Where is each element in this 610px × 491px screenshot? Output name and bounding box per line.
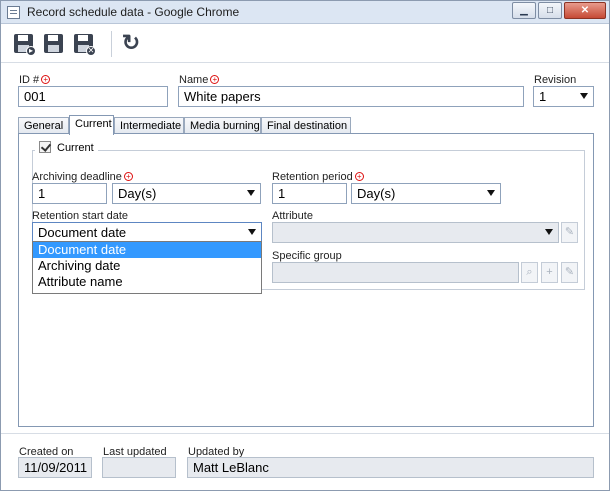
chevron-down-icon — [247, 190, 255, 196]
name-label: Name + — [179, 74, 220, 86]
archiving-deadline-unit-value: Day(s) — [118, 186, 157, 201]
current-checkbox-label: Current — [57, 142, 94, 154]
attribute-select — [272, 222, 559, 243]
dropdown-option-archiving-date[interactable]: Archiving date — [33, 258, 261, 274]
archiving-deadline-input[interactable]: 1 — [32, 183, 107, 204]
retention-start-date-value: Document date — [38, 225, 127, 240]
current-checkbox[interactable] — [39, 141, 51, 153]
retention-period-label: Retention period + — [272, 171, 364, 183]
eraser-icon: ✎ — [564, 266, 575, 278]
retention-start-date-label: Retention start date — [32, 210, 129, 222]
chevron-down-icon — [580, 93, 588, 99]
toolbar-separator — [111, 31, 112, 57]
title-bar: Record schedule data - Google Chrome ▁ □… — [1, 1, 609, 24]
revision-label: Revision — [534, 74, 577, 86]
save-button[interactable] — [42, 32, 66, 56]
chevron-down-icon — [487, 190, 495, 196]
plus-icon: + — [546, 266, 553, 278]
updated-by-field: Matt LeBlanc — [187, 457, 594, 478]
window-icon — [7, 6, 20, 19]
required-icon: + — [354, 172, 364, 181]
clear-attribute-button: ✎ — [561, 222, 578, 243]
attribute-label: Attribute — [272, 210, 313, 222]
archiving-deadline-label: Archiving deadline + — [32, 171, 133, 183]
chevron-down-icon — [545, 229, 553, 235]
tab-final-destination[interactable]: Final destination — [261, 117, 351, 134]
retention-start-date-select[interactable]: Document date — [32, 222, 262, 243]
maximize-button[interactable]: □ — [538, 2, 562, 19]
revision-select[interactable]: 1 — [533, 86, 594, 107]
search-icon: ⌕ — [526, 266, 533, 278]
chevron-down-icon — [248, 229, 256, 235]
required-icon: + — [210, 75, 220, 84]
minimize-button[interactable]: ▁ — [512, 2, 536, 19]
archiving-deadline-unit-select[interactable]: Day(s) — [112, 183, 261, 204]
window-title: Record schedule data - Google Chrome — [27, 5, 240, 19]
arrow-badge-icon: ▸ — [26, 46, 36, 56]
retention-period-unit-select[interactable]: Day(s) — [351, 183, 501, 204]
specific-group-input — [272, 262, 519, 283]
browser-window: Record schedule data - Google Chrome ▁ □… — [0, 0, 610, 491]
required-icon: + — [41, 75, 51, 84]
retention-period-input[interactable]: 1 — [272, 183, 347, 204]
last-updated-field — [102, 457, 176, 478]
close-badge-icon: ✕ — [86, 46, 96, 56]
created-on-field: 11/09/2011 — [18, 457, 92, 478]
retention-period-unit-value: Day(s) — [357, 186, 396, 201]
name-input[interactable]: White papers — [178, 86, 524, 107]
retention-start-date-dropdown: Document date Archiving date Attribute n… — [32, 241, 262, 294]
refresh-button[interactable]: ↻ — [119, 32, 143, 56]
save-and-new-button[interactable]: ▸ — [12, 32, 36, 56]
revision-value: 1 — [539, 89, 547, 104]
tab-media-burning[interactable]: Media burning — [184, 117, 261, 134]
tab-general[interactable]: General — [18, 117, 69, 134]
tab-intermediate[interactable]: Intermediate — [114, 117, 184, 134]
id-label: ID # + — [19, 74, 51, 86]
dropdown-option-document-date[interactable]: Document date — [33, 242, 261, 258]
floppy-disk-icon — [44, 34, 63, 53]
close-window-button[interactable]: ✕ — [564, 2, 606, 19]
current-group-header[interactable]: Current — [35, 141, 98, 157]
footer-separator — [1, 433, 609, 434]
toolbar: ▸ ✕ ↻ — [1, 25, 609, 63]
id-input[interactable]: 001 — [18, 86, 168, 107]
tab-current[interactable]: Current — [69, 115, 114, 135]
save-and-close-button[interactable]: ✕ — [72, 32, 96, 56]
clear-group-button: ✎ — [561, 262, 578, 283]
search-group-button: ⌕ — [521, 262, 538, 283]
add-group-button: + — [541, 262, 558, 283]
dropdown-option-attribute-name[interactable]: Attribute name — [33, 274, 261, 290]
required-icon: + — [123, 172, 133, 181]
eraser-icon: ✎ — [564, 226, 575, 238]
refresh-icon: ↻ — [121, 30, 141, 55]
specific-group-label: Specific group — [272, 250, 342, 262]
